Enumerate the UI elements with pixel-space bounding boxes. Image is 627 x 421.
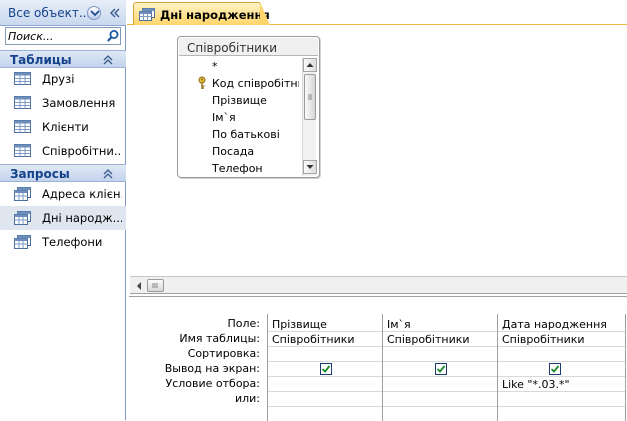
field-item[interactable]: Телефон: [182, 160, 299, 174]
field-item[interactable]: Прізвище: [182, 92, 299, 110]
grid-cell-or[interactable]: [268, 392, 382, 407]
key-icon: [197, 76, 207, 90]
nav-item-table[interactable]: Замовлення: [0, 91, 126, 115]
grid-cell-field[interactable]: Дата народження: [498, 317, 625, 332]
scroll-thumb[interactable]: [304, 74, 316, 120]
group-header-tables[interactable]: Таблицы: [0, 50, 126, 68]
row-label-or: или:: [234, 392, 260, 405]
nav-item-query[interactable]: Телефони: [0, 230, 126, 254]
group-label: Запросы: [10, 167, 70, 181]
nav-item-label: Дні народж...: [42, 211, 122, 225]
nav-item-label: Замовлення: [42, 96, 116, 110]
grid-cell-table[interactable]: Співробітники: [383, 332, 497, 347]
row-label-show: Вывод на экран:: [164, 362, 260, 375]
grid-cell-field[interactable]: Ім`я: [383, 317, 497, 332]
field-list-title-bar[interactable]: Співробітники: [179, 38, 318, 56]
grid-column[interactable]: Ім`я Співробітники: [383, 314, 498, 421]
grid-cell-criteria[interactable]: [268, 377, 382, 392]
query-icon: [14, 211, 32, 225]
show-checkbox[interactable]: [320, 363, 332, 375]
row-label-sort: Сортировка:: [187, 347, 260, 360]
row-label-criteria: Условие отбора:: [165, 377, 261, 390]
grid-cell-table[interactable]: Співробітники: [268, 332, 382, 347]
query-icon: [139, 8, 155, 21]
table-icon: [14, 96, 32, 110]
grid-column[interactable]: Прізвище Співробітники: [268, 314, 383, 421]
field-item-primary-key[interactable]: Код співробітни: [182, 75, 299, 93]
chevron-up-icon[interactable]: [102, 168, 114, 180]
field-item[interactable]: *: [182, 58, 299, 76]
query-design-table-area[interactable]: Співробітники * Код співробітни Прізвище…: [129, 26, 627, 276]
design-area-horizontal-scrollbar[interactable]: [130, 276, 627, 294]
query-design-grid: Поле: Имя таблицы: Сортировка: Вывод на …: [129, 296, 627, 421]
nav-item-table[interactable]: Друзі: [0, 67, 126, 91]
nav-item-label: Клієнти: [42, 120, 89, 134]
grid-cell-or[interactable]: [498, 392, 625, 407]
grid-cell-sort[interactable]: [498, 347, 625, 362]
field-item[interactable]: По батькові: [182, 126, 299, 144]
grid-cell-sort[interactable]: [383, 347, 497, 362]
show-checkbox[interactable]: [435, 363, 447, 375]
grid-row-labels: Поле: Имя таблицы: Сортировка: Вывод на …: [129, 297, 266, 421]
scroll-up-button[interactable]: [303, 58, 317, 72]
navigation-pane-title[interactable]: Все объект...: [8, 6, 90, 20]
scroll-left-button[interactable]: [132, 279, 146, 293]
search-icon[interactable]: [106, 29, 120, 43]
field-list-title: Співробітники: [187, 41, 278, 55]
nav-item-label: Співробітни...: [42, 144, 122, 158]
grid-cell-or[interactable]: [383, 392, 497, 407]
grid-cell-sort[interactable]: [268, 347, 382, 362]
grid-cell-show[interactable]: [268, 362, 382, 377]
query-icon: [14, 235, 32, 249]
nav-item-table[interactable]: Клієнти: [0, 115, 126, 139]
nav-item-label: Телефони: [42, 235, 103, 249]
collapse-pane-icon[interactable]: [108, 6, 122, 20]
grid-columns: Прізвище Співробітники Ім`я Співробітник…: [267, 314, 627, 421]
nav-item-query-selected[interactable]: Дні народж...: [0, 206, 126, 230]
nav-item-label: Друзі: [42, 72, 75, 86]
grid-column[interactable]: Дата народження Співробітники Like "*.03…: [498, 314, 626, 421]
table-icon: [14, 72, 32, 86]
field-item[interactable]: Ім`я: [182, 109, 299, 127]
chevron-up-icon[interactable]: [102, 54, 114, 66]
grid-cell-criteria[interactable]: Like "*.03.*": [498, 377, 625, 392]
tab-birthdays-query[interactable]: Дні народження: [133, 2, 270, 25]
nav-item-query[interactable]: Адреса клієн...: [0, 182, 126, 206]
scroll-down-button[interactable]: [303, 160, 317, 174]
chevron-down-icon[interactable]: [87, 6, 101, 20]
grid-cell-criteria[interactable]: [383, 377, 497, 392]
group-header-queries[interactable]: Запросы: [0, 164, 126, 182]
grid-cell-show[interactable]: [498, 362, 625, 377]
row-label-field: Поле:: [227, 317, 260, 330]
query-icon: [14, 187, 32, 201]
show-checkbox[interactable]: [549, 363, 561, 375]
document-tab-bar: Дні народження: [127, 0, 627, 25]
field-list[interactable]: * Код співробітни Прізвище Ім`я По батьк…: [182, 58, 299, 174]
tab-label: Дні народження: [160, 8, 270, 22]
search-input[interactable]: [8, 29, 102, 43]
navigation-pane: Все объект... Таблицы Друзі Замовлення: [0, 0, 126, 420]
table-icon: [14, 144, 32, 158]
field-item[interactable]: Посада: [182, 143, 299, 161]
group-label: Таблицы: [10, 53, 72, 67]
field-list-window[interactable]: Співробітники * Код співробітни Прізвище…: [177, 36, 320, 178]
grid-cell-table[interactable]: Співробітники: [498, 332, 625, 347]
navigation-pane-header[interactable]: Все объект...: [0, 0, 126, 26]
search-box[interactable]: [5, 27, 121, 45]
grid-cell-field[interactable]: Прізвище: [268, 317, 382, 332]
field-list-scrollbar[interactable]: [302, 58, 317, 176]
nav-item-label: Адреса клієн...: [42, 187, 122, 201]
grid-cell-show[interactable]: [383, 362, 497, 377]
nav-item-table[interactable]: Співробітни...: [0, 139, 126, 163]
row-label-table: Имя таблицы:: [179, 332, 260, 345]
scroll-thumb[interactable]: [147, 279, 164, 292]
table-icon: [14, 120, 32, 134]
